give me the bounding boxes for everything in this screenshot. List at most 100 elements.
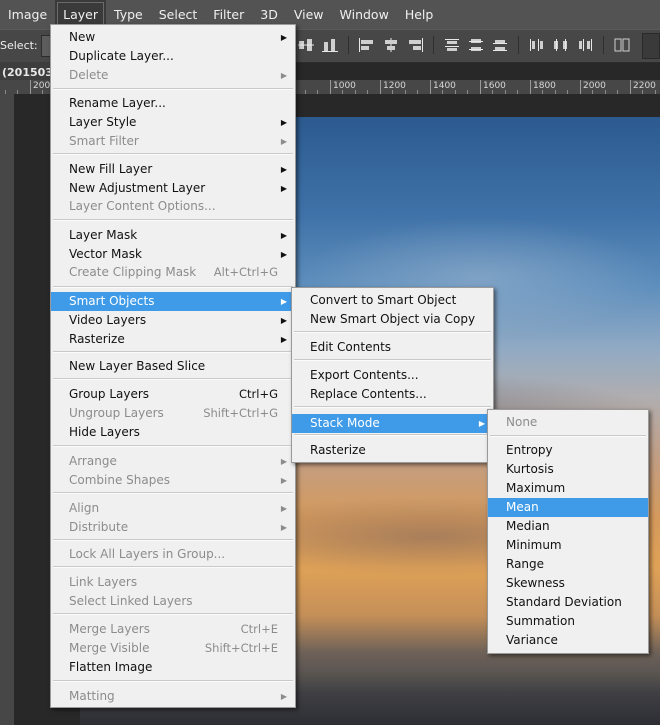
stack-mode-item-median[interactable]: Median — [488, 517, 648, 536]
distribute-vcenter-icon[interactable] — [466, 36, 486, 54]
select-label: Select: — [0, 39, 38, 52]
layer-menu-item-duplicate-layer[interactable]: Duplicate Layer... — [51, 47, 295, 66]
layer-menu-item-video-layers[interactable]: Video Layers ▶ — [51, 311, 295, 330]
stack-mode-item-mean[interactable]: Mean — [488, 498, 648, 517]
submenu-arrow-icon: ▶ — [280, 457, 287, 466]
menu-item-label: Export Contents... — [310, 368, 419, 382]
layer-menu-item-smart-filter: Smart Filter ▶ — [51, 132, 295, 151]
stack-mode-item-entropy[interactable]: Entropy — [488, 441, 648, 460]
menu-window[interactable]: Window — [332, 0, 397, 29]
smart-objects-item-export-contents[interactable]: Export Contents... — [292, 366, 493, 385]
layer-menu-item-rename-layer[interactable]: Rename Layer... — [51, 94, 295, 113]
layer-menu-item-new-layer-based-slice[interactable]: New Layer Based Slice — [51, 357, 295, 376]
distribute-right-icon[interactable] — [575, 36, 595, 54]
layer-menu-item-vector-mask[interactable]: Vector Mask ▶ — [51, 245, 295, 264]
menu-separator — [53, 88, 293, 90]
menu-help[interactable]: Help — [397, 0, 442, 29]
menu-item-label: Merge Visible — [69, 641, 150, 655]
menu-item-label: Vector Mask — [69, 247, 142, 261]
ruler-label: 1200 — [383, 81, 406, 91]
layer-menu-item-flatten-image[interactable]: Flatten Image — [51, 658, 295, 677]
menu-separator — [53, 219, 293, 221]
menu-item-label: Matting — [69, 689, 115, 703]
layer-menu-item-layer-style[interactable]: Layer Style ▶ — [51, 113, 295, 132]
menu-item-label: Skewness — [506, 576, 565, 590]
layer-menu-item-layer-content-options: Layer Content Options... — [51, 197, 295, 216]
smart-objects-item-rasterize[interactable]: Rasterize — [292, 441, 493, 460]
auto-align-icon[interactable] — [612, 36, 632, 54]
menu-item-label: Duplicate Layer... — [69, 49, 174, 63]
align-left-icon[interactable] — [357, 36, 377, 54]
menu-item-label: Kurtosis — [506, 462, 554, 476]
menu-item-label: Median — [506, 519, 550, 533]
layer-menu-item-hide-layers[interactable]: Hide Layers — [51, 423, 295, 442]
align-hcenter-icon[interactable] — [381, 36, 401, 54]
layer-menu-item-layer-mask[interactable]: Layer Mask ▶ — [51, 226, 295, 245]
menu-item-label: Ungroup Layers — [69, 406, 164, 420]
stack-mode-item-maximum[interactable]: Maximum — [488, 479, 648, 498]
layer-menu-item-delete: Delete ▶ — [51, 66, 295, 85]
menu-separator — [53, 351, 293, 353]
menu-item-label: Minimum — [506, 538, 562, 552]
menu-item-label: New Adjustment Layer — [69, 181, 206, 195]
smart-objects-item-convert-to-smart-object[interactable]: Convert to Smart Object — [292, 291, 493, 310]
layer-menu-item-new[interactable]: New ▶ — [51, 28, 295, 47]
distribute-left-icon[interactable] — [527, 36, 547, 54]
smart-objects-item-edit-contents[interactable]: Edit Contents — [292, 338, 493, 357]
align-right-icon[interactable] — [405, 36, 425, 54]
layer-menu: New ▶ Duplicate Layer... Delete ▶ Rename Laye… — [50, 24, 296, 708]
menu-separator — [53, 566, 293, 568]
menu-separator — [53, 153, 293, 155]
menu-item-label: Maximum — [506, 481, 566, 495]
submenu-arrow-icon: ▶ — [280, 71, 287, 80]
distribute-hcenter-icon[interactable] — [551, 36, 571, 54]
submenu-arrow-icon: ▶ — [280, 231, 287, 240]
layer-menu-item-distribute: Distribute ▶ — [51, 518, 295, 537]
layer-menu-item-ungroup-layers: Ungroup Layers Shift+Ctrl+G — [51, 404, 295, 423]
menu-separator — [294, 406, 491, 408]
menu-item-label: Merge Layers — [69, 622, 150, 636]
layer-menu-item-new-adjustment-layer[interactable]: New Adjustment Layer ▶ — [51, 179, 295, 198]
menu-item-label: New Smart Object via Copy — [310, 312, 476, 326]
stack-mode-item-kurtosis[interactable]: Kurtosis — [488, 460, 648, 479]
align-vcenter-icon[interactable] — [296, 36, 316, 54]
submenu-arrow-icon: ▶ — [280, 297, 287, 306]
align-bottom-icon[interactable] — [320, 36, 340, 54]
distribute-bottom-icon[interactable] — [490, 36, 510, 54]
menu-separator — [294, 434, 491, 436]
stack-mode-item-variance[interactable]: Variance — [488, 631, 648, 650]
smart-objects-item-stack-mode[interactable]: Stack Mode ▶ — [292, 414, 493, 433]
smart-objects-submenu: Convert to Smart Object New Smart Object … — [291, 287, 494, 463]
ruler-label: 1600 — [483, 81, 506, 91]
layer-menu-item-smart-objects[interactable]: Smart Objects ▶ — [51, 292, 295, 311]
menu-item-label: Create Clipping Mask — [69, 265, 197, 279]
menu-item-label: Rasterize — [310, 443, 366, 457]
smart-objects-item-replace-contents[interactable]: Replace Contents... — [292, 385, 493, 404]
stack-mode-item-range[interactable]: Range — [488, 555, 648, 574]
panel-toggle-button[interactable] — [642, 33, 660, 59]
vertical-ruler — [0, 94, 14, 725]
smart-objects-item-new-smart-object-via-copy[interactable]: New Smart Object via Copy — [292, 310, 493, 329]
distribute-top-icon[interactable] — [442, 36, 462, 54]
stack-mode-item-skewness[interactable]: Skewness — [488, 574, 648, 593]
layer-menu-item-rasterize[interactable]: Rasterize ▶ — [51, 330, 295, 349]
menu-item-shortcut: Shift+Ctrl+E — [204, 641, 278, 655]
menu-item-label: Smart Objects — [69, 294, 155, 308]
layer-menu-item-new-fill-layer[interactable]: New Fill Layer ▶ — [51, 160, 295, 179]
menu-item-label: Mean — [506, 500, 539, 514]
menu-item-label: Convert to Smart Object — [310, 293, 457, 307]
align-tools — [296, 36, 632, 54]
submenu-arrow-icon: ▶ — [280, 33, 287, 42]
menu-item-label: Replace Contents... — [310, 387, 427, 401]
layer-menu-item-group-layers[interactable]: Group Layers Ctrl+G — [51, 385, 295, 404]
layer-menu-item-merge-visible: Merge Visible Shift+Ctrl+E — [51, 639, 295, 658]
stack-mode-item-minimum[interactable]: Minimum — [488, 536, 648, 555]
ruler-label: 2000 — [583, 81, 606, 91]
menu-image[interactable]: Image — [0, 0, 55, 29]
submenu-arrow-icon: ▶ — [280, 165, 287, 174]
submenu-arrow-icon: ▶ — [280, 523, 287, 532]
stack-mode-item-summation[interactable]: Summation — [488, 612, 648, 631]
stack-mode-item-standard-deviation[interactable]: Standard Deviation — [488, 593, 648, 612]
submenu-arrow-icon: ▶ — [280, 504, 287, 513]
submenu-arrow-icon: ▶ — [280, 250, 287, 259]
